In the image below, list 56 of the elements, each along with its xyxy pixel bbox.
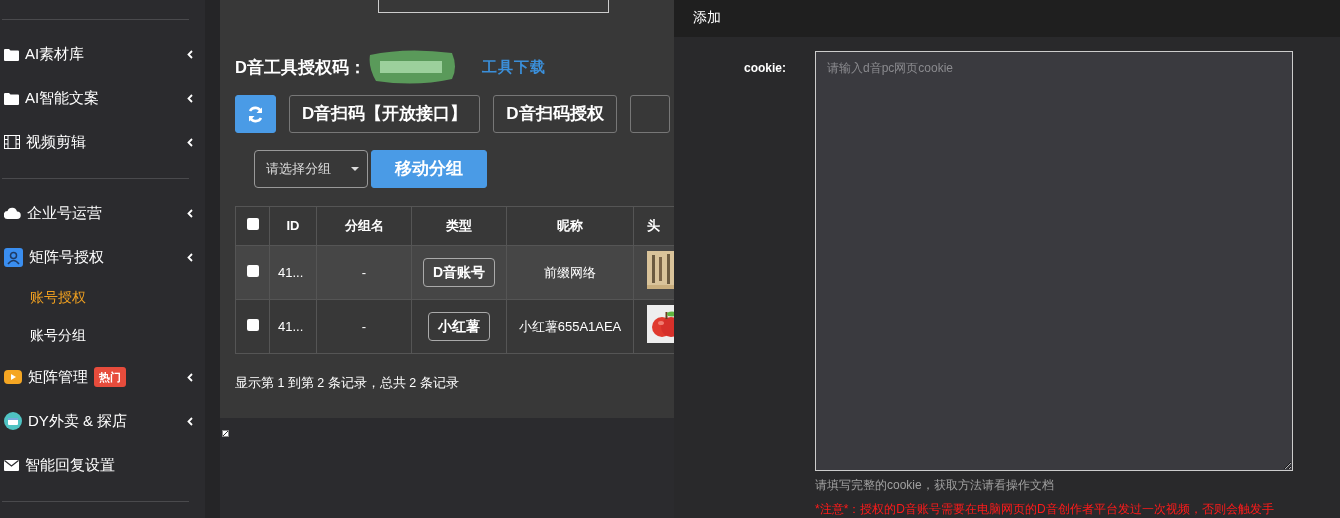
sidebar-label: DY外卖 & 探店 xyxy=(28,410,128,431)
table-cell: - xyxy=(361,318,367,334)
type-tag: 小红薯 xyxy=(428,312,490,341)
text-input[interactable] xyxy=(378,0,609,13)
cloud-icon xyxy=(4,207,21,219)
help-text: 请填写完整的cookie，获取方法请看操作文档 xyxy=(815,477,1055,494)
folder-icon xyxy=(4,47,19,61)
column-header: 分组名 xyxy=(316,206,412,246)
chevron-icon xyxy=(187,49,193,59)
video-icon xyxy=(4,369,22,385)
checkbox[interactable] xyxy=(246,218,259,231)
cookie-textarea[interactable]: 请输入d音pc网页cookie xyxy=(815,51,1293,471)
table-cell: 小红薯655A1AEA xyxy=(518,318,622,334)
checkbox[interactable] xyxy=(246,318,259,331)
chevron-icon xyxy=(187,208,193,218)
toolbar-button[interactable]: D音扫码授权 xyxy=(493,95,617,133)
refresh-button[interactable] xyxy=(235,95,276,133)
column-header: 昵称 xyxy=(506,206,634,246)
hot-badge: 热门 xyxy=(94,366,126,388)
table-cell: 41... xyxy=(278,264,304,280)
chevron-icon xyxy=(187,372,193,382)
field-label: cookie: xyxy=(744,61,786,75)
sidebar-label: 矩阵管理 xyxy=(28,366,88,387)
film-icon xyxy=(4,135,20,149)
group-select[interactable]: 请选择分组 xyxy=(254,150,368,188)
sidebar-label: 视频剪辑 xyxy=(26,131,86,152)
sidebar-label: 矩阵号授权 xyxy=(29,246,104,267)
column-header: ID xyxy=(269,206,317,246)
refresh-icon xyxy=(247,106,264,124)
sidebar-label: AI素材库 xyxy=(25,43,85,64)
table-cell: 41... xyxy=(278,318,304,334)
store-icon xyxy=(4,412,22,430)
dialog-title: 添加 xyxy=(693,9,721,28)
table-cell: 前缀网络 xyxy=(544,264,596,280)
sidebar-label: 企业号运营 xyxy=(27,202,102,223)
folder-icon xyxy=(4,91,19,105)
caret-icon xyxy=(351,167,359,171)
sidebar-subitem[interactable]: 账号分组 xyxy=(0,317,205,355)
column-header: 类型 xyxy=(411,206,507,246)
chevron-icon xyxy=(187,252,193,262)
auth-code-label: D音工具授权码： xyxy=(235,56,366,78)
sidebar-label: 智能回复设置 xyxy=(25,454,115,475)
chevron-icon xyxy=(187,416,193,426)
toolbar-button[interactable]: D音扫码【开放接口】 xyxy=(289,95,481,133)
pagination-info: 显示第 1 到第 2 条记录，总共 2 条记录 xyxy=(235,375,460,392)
type-tag: D音账号 xyxy=(422,258,496,287)
toolbar-button[interactable] xyxy=(629,95,670,133)
checkbox[interactable] xyxy=(246,264,259,277)
mail-icon xyxy=(4,459,19,471)
user-icon xyxy=(4,247,23,267)
sidebar-label: AI智能文案 xyxy=(25,87,100,108)
chevron-icon xyxy=(187,137,193,147)
sidebar-subitem[interactable]: 账号授权 xyxy=(0,279,205,317)
chevron-icon xyxy=(187,93,193,103)
table-cell: - xyxy=(361,264,367,280)
warning-note: *注意*：授权的D音账号需要在电脑网页的D音创作者平台发过一次视频，否则会触发手 xyxy=(815,501,1275,518)
